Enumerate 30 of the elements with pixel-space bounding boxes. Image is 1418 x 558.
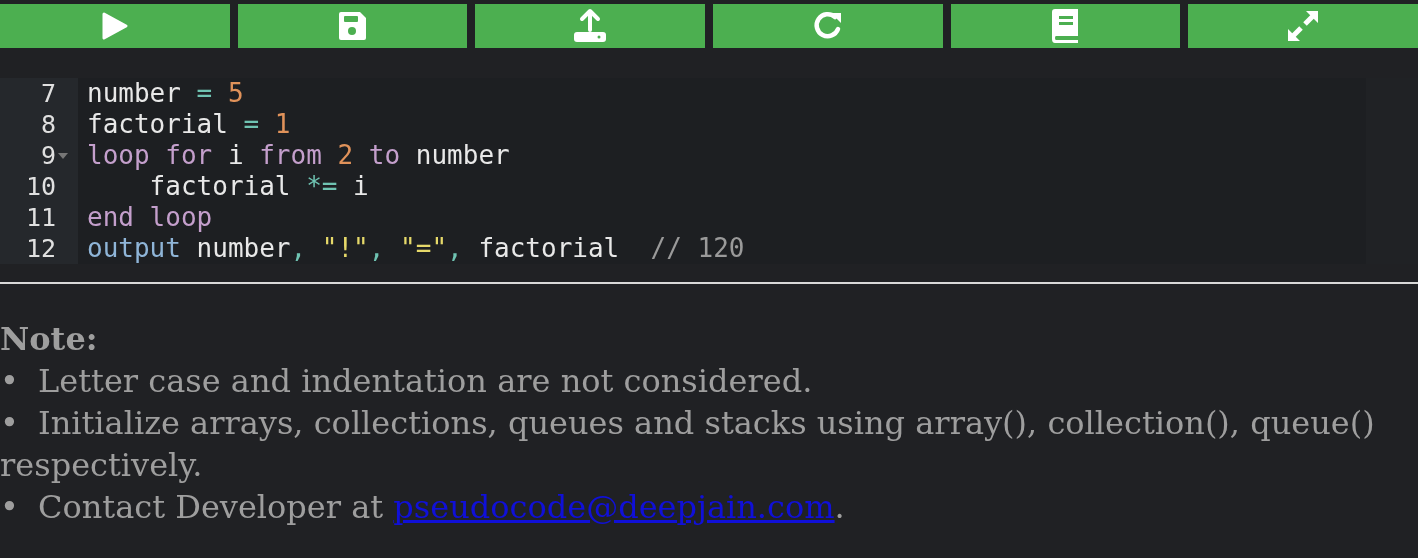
upload-button[interactable] bbox=[475, 4, 705, 48]
save-button[interactable] bbox=[237, 4, 468, 48]
line-number: 12 bbox=[25, 233, 56, 264]
line-number: 8 bbox=[40, 109, 56, 140]
line-number: 9 bbox=[40, 140, 56, 171]
code-line: output number, "!", "=", factorial // 120 bbox=[87, 233, 746, 264]
book-button[interactable] bbox=[950, 4, 1181, 48]
line-number: 7 bbox=[40, 78, 56, 109]
play-icon bbox=[100, 11, 129, 41]
code-line: factorial = 1 bbox=[87, 109, 292, 140]
note-text: Contact Developer at pseudocode@deepjain.com. bbox=[38, 487, 845, 528]
code-line: number = 5 bbox=[87, 78, 245, 109]
line-number: 10 bbox=[25, 171, 56, 202]
bullet: • bbox=[0, 361, 20, 402]
note-text: Initialize arrays, collections, queues and stacks using array(), collection(), queue() bbox=[38, 403, 1375, 444]
fold-arrow-icon[interactable] bbox=[58, 152, 68, 159]
code-line: end loop bbox=[87, 202, 214, 233]
note-text: Letter case and indentation are not considered. bbox=[38, 361, 813, 402]
note-text: respectively. bbox=[0, 445, 204, 486]
code-line: loop for i from 2 to number bbox=[87, 140, 511, 171]
upload-icon bbox=[572, 8, 609, 44]
bullet: • bbox=[0, 487, 20, 528]
book-icon bbox=[1050, 8, 1081, 44]
reload-button[interactable] bbox=[713, 4, 943, 48]
note-heading: Note: bbox=[0, 319, 99, 360]
code-line: factorial *= i bbox=[148, 171, 370, 202]
run-button[interactable] bbox=[0, 4, 230, 48]
line-number: 11 bbox=[25, 202, 56, 233]
fullscreen-button[interactable] bbox=[1188, 4, 1418, 48]
bullet: • bbox=[0, 403, 20, 444]
